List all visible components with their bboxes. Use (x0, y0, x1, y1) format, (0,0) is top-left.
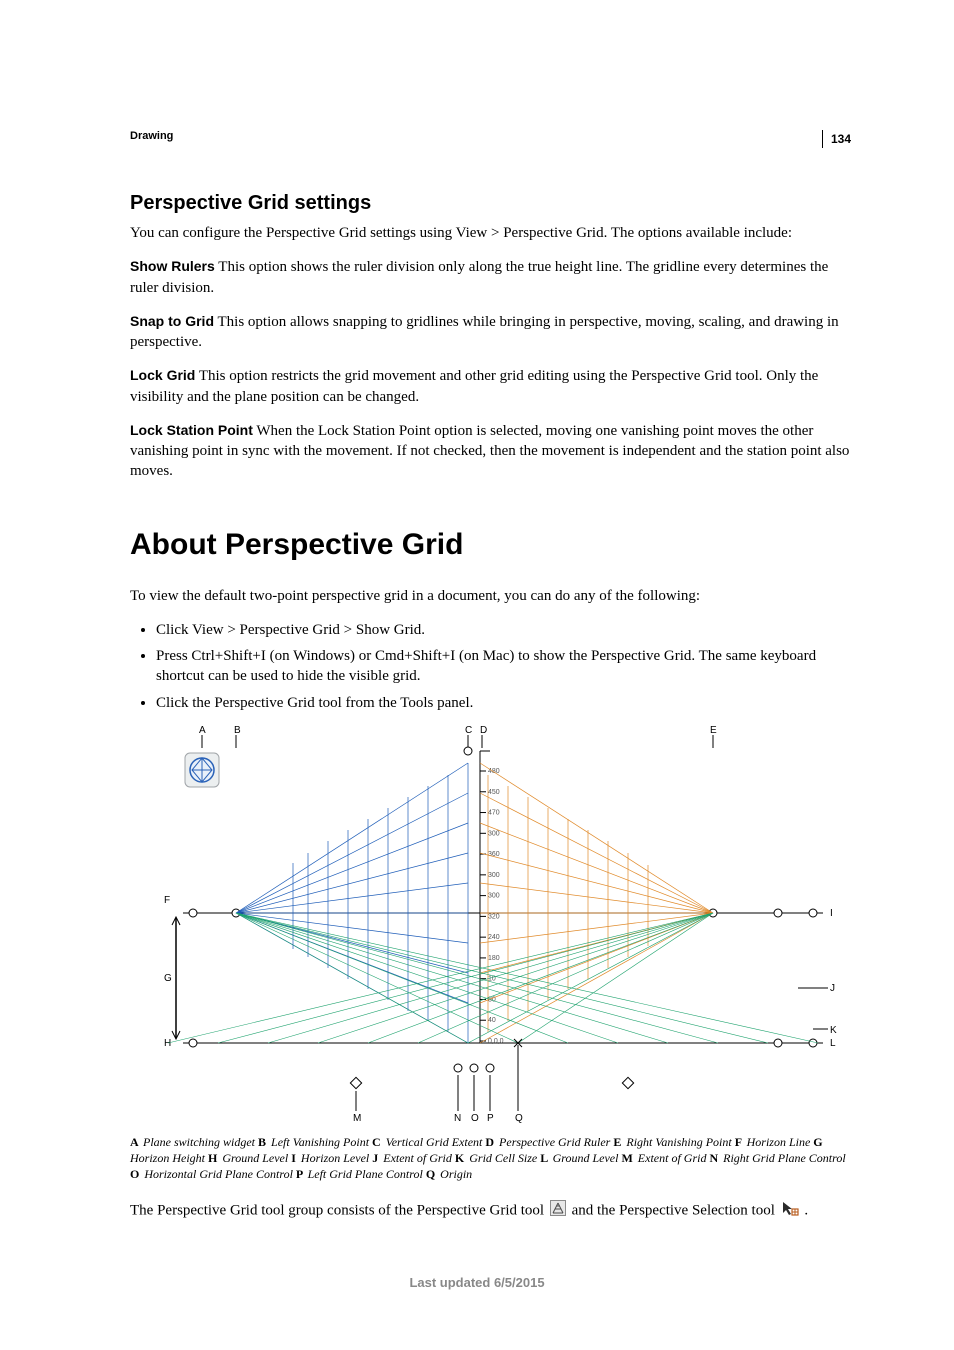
caption-desc: Horizon Level (301, 1151, 372, 1165)
breadcrumb: Drawing (130, 130, 851, 142)
option-snap-to-grid: Snap to Grid This option allows snapping… (130, 312, 851, 353)
option-lock-station-point: Lock Station Point When the Lock Station… (130, 421, 851, 482)
option-term: Lock Grid (130, 367, 195, 383)
svg-text:E: E (710, 725, 717, 736)
svg-text:H: H (164, 1038, 171, 1049)
caption-desc: Left Vanishing Point (271, 1135, 372, 1149)
ruler-tick-label: 300 (488, 892, 500, 899)
svg-text:F: F (164, 895, 170, 906)
svg-text:N: N (454, 1113, 461, 1123)
list-item: Click View > Perspective Grid > Show Gri… (156, 620, 851, 640)
ruler-tick-label: 360 (488, 851, 500, 858)
option-description: This option restricts the grid movement … (130, 368, 818, 404)
caption-label: P (296, 1167, 306, 1181)
option-description: This option shows the ruler division onl… (130, 259, 828, 295)
ruler-tick-label: 240 (488, 934, 500, 941)
caption-desc: Vertical Grid Extent (386, 1135, 486, 1149)
caption-desc: Right Grid Plane Control (723, 1151, 846, 1165)
caption-desc: Ground Level (553, 1151, 622, 1165)
caption-desc: Horizon Height (130, 1151, 208, 1165)
svg-text:A: A (199, 725, 206, 736)
tool-group-sentence: The Perspective Grid tool group consists… (130, 1200, 851, 1222)
caption-label: L (540, 1151, 550, 1165)
intro-paragraph: You can configure the Perspective Grid s… (130, 223, 851, 243)
svg-text:J: J (830, 983, 835, 994)
caption-label: A (130, 1135, 141, 1149)
heading-perspective-grid-settings: Perspective Grid settings (130, 192, 851, 215)
ruler-tick-label: 180 (488, 955, 500, 962)
caption-desc: Perspective Grid Ruler (499, 1135, 613, 1149)
ruler-tick-label: 320 (488, 913, 500, 920)
plane-switching-widget-icon: A (185, 725, 219, 787)
svg-text:G: G (164, 973, 172, 984)
caption-label: H (208, 1151, 220, 1165)
ruler-tick-label: 300 (488, 872, 500, 879)
caption-label: G (813, 1135, 822, 1149)
sentence-part: The Perspective Grid tool group consists… (130, 1203, 548, 1219)
caption-label: B (258, 1135, 269, 1149)
caption-desc: Plane switching widget (143, 1135, 258, 1149)
caption-desc: Horizon Line (747, 1135, 814, 1149)
svg-text:B: B (234, 725, 241, 736)
perspective-grid-tool-icon (550, 1200, 566, 1222)
instructions-list: Click View > Perspective Grid > Show Gri… (130, 620, 851, 713)
caption-label: K (455, 1151, 467, 1165)
option-term: Show Rulers (130, 258, 215, 274)
list-item: Press Ctrl+Shift+I (on Windows) or Cmd+S… (156, 646, 851, 687)
caption-label: C (372, 1135, 384, 1149)
caption-label: D (485, 1135, 497, 1149)
caption-desc: Right Vanishing Point (626, 1135, 734, 1149)
svg-text:L: L (830, 1038, 836, 1049)
caption-label: J (372, 1151, 381, 1165)
list-item: Click the Perspective Grid tool from the… (156, 693, 851, 713)
svg-text:P: P (487, 1113, 494, 1123)
perspective-selection-tool-icon (781, 1200, 799, 1222)
caption-desc: Origin (440, 1167, 472, 1181)
caption-desc: Left Grid Plane Control (308, 1167, 426, 1181)
caption-desc: Grid Cell Size (469, 1151, 540, 1165)
option-term: Lock Station Point (130, 422, 253, 438)
perspective-grid-svg: F I H L K J G (158, 723, 848, 1123)
svg-text:D: D (480, 725, 487, 736)
option-description: This option allows snapping to gridlines… (130, 314, 839, 350)
svg-text:K: K (830, 1025, 837, 1036)
figure-caption: A Plane switching widget B Left Vanishin… (130, 1134, 851, 1183)
page-number: 134 (822, 130, 851, 148)
caption-desc: Ground Level (222, 1151, 291, 1165)
about-paragraph: To view the default two-point perspectiv… (130, 586, 851, 606)
page-footer: Last updated 6/5/2015 (0, 1275, 954, 1290)
caption-label: E (613, 1135, 624, 1149)
perspective-grid-figure: F I H L K J G (158, 723, 851, 1128)
caption-desc: Extent of Grid (383, 1151, 455, 1165)
option-term: Snap to Grid (130, 313, 214, 329)
ruler-tick-label: 0,0,0 (488, 1038, 504, 1045)
ruler-tick-label: 450 (488, 789, 500, 796)
caption-label: M (621, 1151, 635, 1165)
option-show-rulers: Show Rulers This option shows the ruler … (130, 257, 851, 298)
page: 134 Drawing Perspective Grid settings Yo… (0, 0, 954, 1350)
caption-desc: Horizontal Grid Plane Control (144, 1167, 296, 1181)
sentence-part: and the Perspective Selection tool (572, 1203, 779, 1219)
caption-label: F (735, 1135, 745, 1149)
caption-label: Q (426, 1167, 438, 1181)
caption-label: O (130, 1167, 142, 1181)
svg-text:Q: Q (515, 1113, 523, 1123)
caption-label: N (709, 1151, 721, 1165)
ruler-tick-label: 40 (488, 1017, 496, 1024)
ruler-tick-label: 300 (488, 830, 500, 837)
ruler-tick-label: 470 (488, 809, 500, 816)
sentence-part: . (804, 1203, 808, 1219)
caption-label: I (291, 1151, 299, 1165)
option-lock-grid: Lock Grid This option restricts the grid… (130, 366, 851, 407)
svg-text:O: O (471, 1113, 479, 1123)
heading-about-perspective-grid: About Perspective Grid (130, 528, 851, 562)
svg-text:I: I (830, 908, 833, 919)
svg-text:M: M (353, 1113, 361, 1123)
caption-desc: Extent of Grid (638, 1151, 710, 1165)
svg-text:C: C (465, 725, 472, 736)
